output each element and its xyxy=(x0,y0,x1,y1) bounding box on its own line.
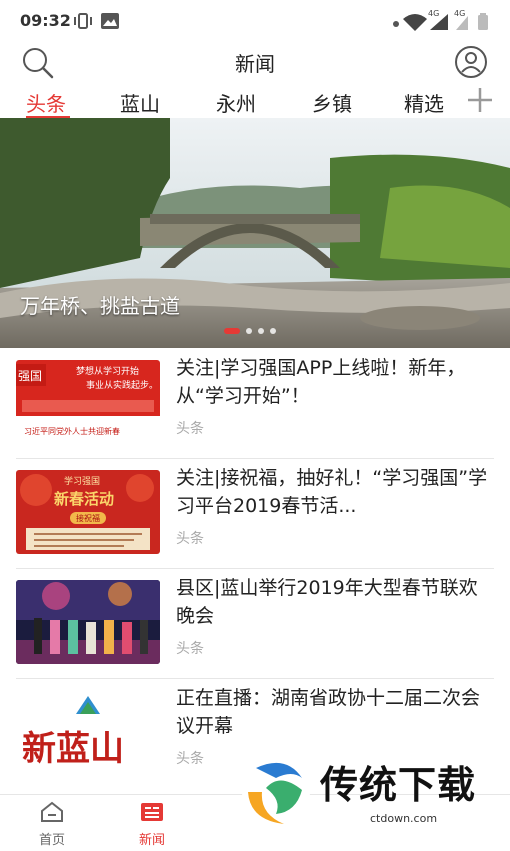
dot-icon xyxy=(393,21,399,27)
watermark: 传统下载 ctdown.com xyxy=(236,748,504,832)
news-tag: 头条 xyxy=(176,641,204,657)
news-item[interactable]: 强国 梦想从学习开始 事业从实践起步。 习近平同党外人士共迎新春 关注|学习强国… xyxy=(0,348,510,458)
watermark-url: ctdown.com xyxy=(370,812,438,825)
carousel-dot xyxy=(270,328,276,334)
nav-news-label: 新闻 xyxy=(138,833,165,848)
category-tabs: 头条 蓝山 永州 乡镇 精选 xyxy=(0,86,510,119)
news-tag: 头条 xyxy=(176,421,204,437)
thumb-line2: 事业从实践起步。 xyxy=(86,379,158,391)
thumb-logo: 强国 xyxy=(18,369,42,383)
status-bar: 09:32 4G 4G xyxy=(0,0,510,42)
tab-headlines[interactable]: 头条 xyxy=(26,88,66,117)
tab-lanshan[interactable]: 蓝山 xyxy=(120,88,160,117)
top-bar: 新闻 xyxy=(0,42,510,86)
news-title: 关注|学习强国APP上线啦！新年，从“学习开始”！ xyxy=(176,357,466,407)
news-title: 县区|蓝山举行2019年大型春节联欢晚会 xyxy=(176,577,478,627)
tab-yongzhou[interactable]: 永州 xyxy=(216,88,256,117)
news-thumbnail xyxy=(16,580,160,664)
news-tag: 头条 xyxy=(176,531,204,547)
news-item[interactable]: 学习强国 新春活动 接祝福 关注|接祝福，抽好礼！“学习强国”学习平台2019春… xyxy=(0,458,510,568)
thumb-footer: 习近平同党外人士共迎新春 xyxy=(24,426,120,436)
thumb-badge: 接祝福 xyxy=(76,513,100,523)
news-icon xyxy=(141,803,163,821)
gallery-icon xyxy=(101,13,119,29)
news-thumbnail: 学习强国 新春活动 接祝福 xyxy=(16,470,160,554)
news-thumbnail: 强国 梦想从学习开始 事业从实践起步。 习近平同党外人士共迎新春 xyxy=(16,360,160,444)
home-icon xyxy=(41,801,63,822)
news-item[interactable]: 县区|蓝山举行2019年大型春节联欢晚会 头条 xyxy=(0,568,510,678)
status-time: 09:32 xyxy=(20,11,71,30)
carousel-dot xyxy=(258,328,264,334)
carousel-indicator xyxy=(224,327,276,335)
wifi-icon xyxy=(403,14,427,31)
thumb-main: 新春活动 xyxy=(54,490,114,508)
vibrate-icon xyxy=(74,13,92,29)
battery-icon xyxy=(478,13,488,30)
nav-home-label: 首页 xyxy=(38,833,65,848)
tab-featured[interactable]: 精选 xyxy=(404,88,444,117)
news-tag: 头条 xyxy=(176,751,204,767)
news-title: 关注|接祝福，抽好礼！“学习强国”学习平台2019春节活... xyxy=(176,467,488,517)
carousel-dot xyxy=(246,328,252,334)
carousel-dot-active xyxy=(224,328,240,334)
watermark-brand: 传统下载 xyxy=(320,763,477,807)
nav-home[interactable]: 首页 xyxy=(22,801,82,848)
signal-icon xyxy=(430,14,448,30)
watermark-logo-icon xyxy=(242,758,310,826)
thumb-calligraphy: 新蓝山 xyxy=(22,729,124,769)
banner-carousel[interactable]: 万年桥、挑盐古道 xyxy=(0,118,510,348)
tab-towns[interactable]: 乡镇 xyxy=(312,88,352,117)
banner-caption: 万年桥、挑盐古道 xyxy=(20,294,180,318)
news-thumbnail: 新蓝山 xyxy=(16,690,160,774)
thumb-line1: 梦想从学习开始 xyxy=(76,365,139,377)
user-icon[interactable] xyxy=(452,44,490,80)
add-tab-icon[interactable] xyxy=(466,86,494,114)
page-title: 新闻 xyxy=(235,52,275,76)
news-title: 正在直播：湖南省政协十二届二次会议开幕 xyxy=(176,687,481,737)
thumb-top: 学习强国 xyxy=(64,475,100,487)
signal-icon-2 xyxy=(456,16,468,30)
nav-news[interactable]: 新闻 xyxy=(122,801,182,848)
